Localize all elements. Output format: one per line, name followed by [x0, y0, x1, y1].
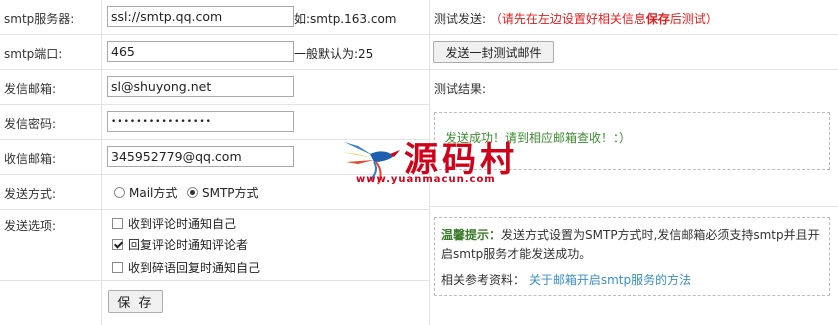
radio-mail-label: Mail方式: [129, 186, 178, 200]
option-notify-commenter-on-reply[interactable]: 回复评论时通知评论者: [112, 236, 248, 253]
smtp-port-hint: 一般默认为:25: [294, 47, 374, 61]
save-button[interactable]: 保 存: [108, 290, 163, 313]
radio-mail-method[interactable]: Mail方式: [114, 184, 177, 201]
mail-settings-panel: smtp服务器: 如:smtp.163.com smtp端口: 一般默认为:25…: [0, 0, 838, 325]
smtp-port-input[interactable]: [107, 41, 294, 62]
sender-email-label: 发信邮箱:: [4, 82, 57, 96]
checkbox-notify-self-on-twitter-reply[interactable]: [112, 262, 123, 273]
watermark-logo: 源码村 www.yuanmacun.com: [340, 132, 550, 188]
radio-smtp-method[interactable]: SMTP方式: [187, 184, 259, 201]
option-label: 回复评论时通知评论者: [128, 238, 249, 252]
row-smtp-port: smtp端口: 一般默认为:25: [0, 35, 429, 70]
tip-reference: 相关参考资料： 关于邮箱开启smtp服务的方法: [441, 271, 691, 288]
checkbox-notify-self-on-comment[interactable]: [112, 218, 123, 229]
sender-password-input[interactable]: [107, 111, 294, 132]
option-notify-self-on-twitter-reply[interactable]: 收到碎语回复时通知自己: [112, 259, 260, 276]
checkbox-notify-commenter-on-reply[interactable]: [112, 239, 123, 250]
smtp-port-label: smtp端口:: [4, 47, 63, 61]
test-send-note-open: （请先在左边设置好相关信息: [489, 12, 646, 26]
sender-password-label: 发信密码:: [4, 117, 57, 131]
test-result-label: 测试结果:: [434, 82, 487, 96]
test-send-title: 测试发送:: [434, 12, 487, 26]
tip-text: 温馨提示：发送方式设置为SMTP方式时,发信邮箱必须支持smtp并且开启smtp…: [441, 226, 825, 264]
smtp-server-label: smtp服务器:: [4, 12, 75, 26]
smtp-guide-link[interactable]: 关于邮箱开启smtp服务的方法: [529, 273, 691, 287]
row-save: 保 存: [0, 281, 429, 324]
row-sender-email: 发信邮箱:: [0, 70, 429, 105]
option-label: 收到评论时通知自己: [128, 217, 237, 231]
radio-smtp-indicator[interactable]: [187, 187, 198, 198]
send-method-label: 发送方式:: [4, 187, 57, 201]
radio-smtp-label: SMTP方式: [202, 186, 259, 200]
sender-email-input[interactable]: [107, 76, 294, 97]
tip-divider: [430, 206, 838, 207]
smtp-server-input[interactable]: [107, 6, 294, 27]
test-send-note-close: 后测试）: [669, 12, 718, 26]
row-smtp-server: smtp服务器: 如:smtp.163.com: [0, 0, 429, 35]
test-send-note-bold: 保存: [645, 12, 670, 26]
tip-reference-label: 相关参考资料：: [441, 273, 526, 287]
option-notify-self-on-comment[interactable]: 收到评论时通知自己: [112, 215, 236, 232]
watermark-url: www.yuanmacun.com: [356, 174, 496, 185]
receiver-email-input[interactable]: [107, 146, 294, 167]
option-label: 收到碎语回复时通知自己: [128, 261, 261, 275]
smtp-server-hint: 如:smtp.163.com: [294, 12, 397, 26]
test-send-label: 测试发送: （请先在左边设置好相关信息保存后测试）: [434, 10, 718, 27]
tip-title: 温馨提示：: [441, 228, 502, 242]
send-options-label: 发送选项:: [4, 219, 57, 233]
row-send-options: 发送选项: 收到评论时通知自己 回复评论时通知评论者 收到碎语回复时通知自己: [0, 210, 429, 281]
radio-mail-indicator[interactable]: [114, 187, 125, 198]
tip-box: 温馨提示：发送方式设置为SMTP方式时,发信邮箱必须支持smtp并且开启smtp…: [434, 217, 830, 296]
send-test-email-button[interactable]: 发送一封测试邮件: [433, 41, 554, 63]
receiver-email-label: 收信邮箱:: [4, 152, 57, 166]
